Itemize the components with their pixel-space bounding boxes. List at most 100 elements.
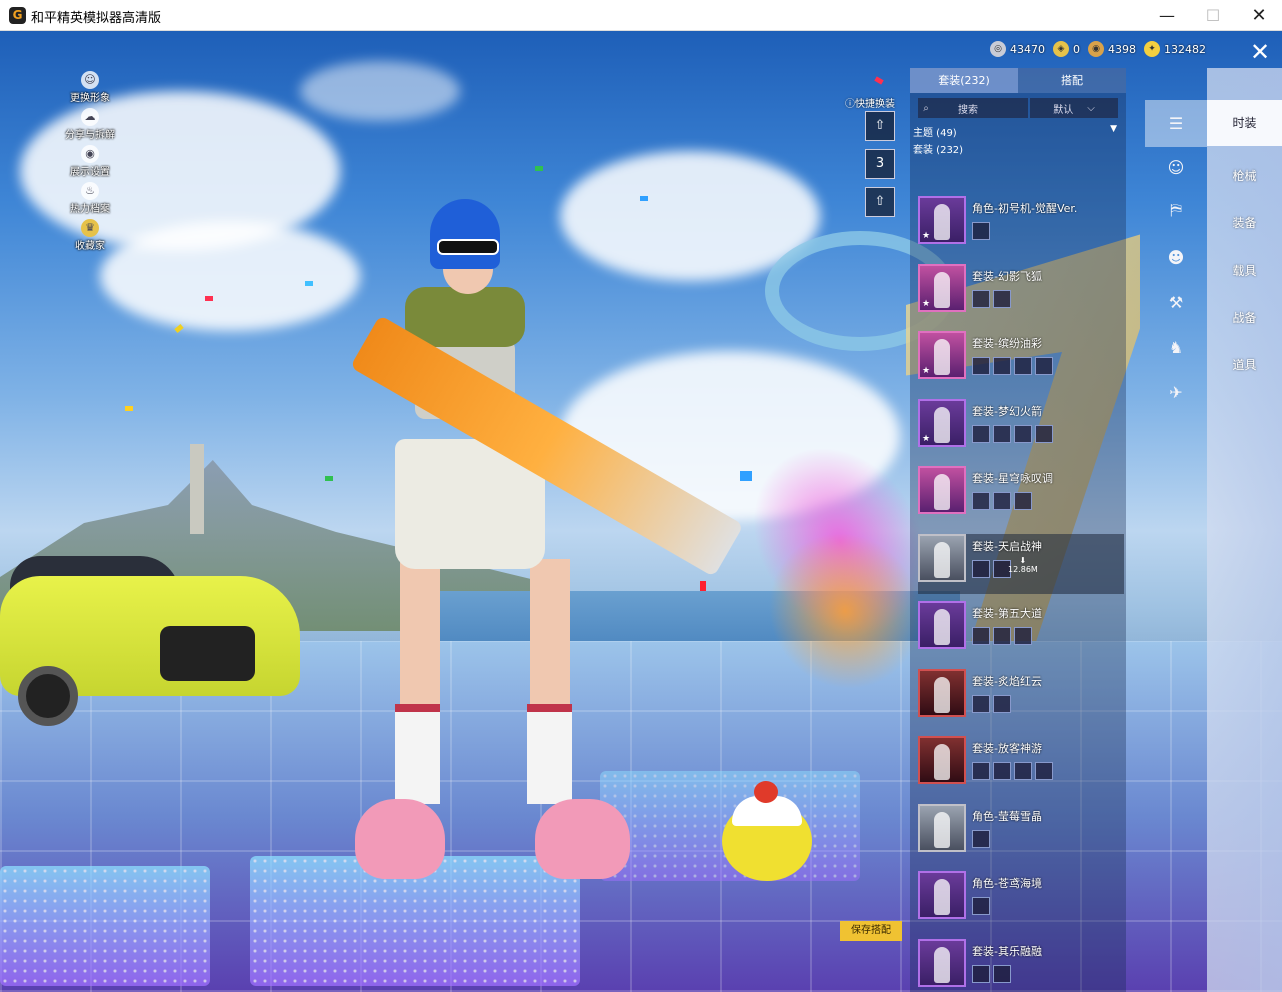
- outfit-name: 套装-天启战神: [972, 539, 1042, 553]
- outfit-part-icon: [1035, 762, 1053, 780]
- quick-change-label[interactable]: ⓘ快捷换装: [845, 95, 895, 110]
- car-wheel: [18, 666, 78, 726]
- outfit-part-icon: [972, 222, 990, 240]
- outfit-item[interactable]: 套装-其乐融融: [918, 938, 1124, 992]
- menu-label: 热力档案: [70, 204, 110, 215]
- panel-tabs: 套装(232) 搭配: [910, 68, 1126, 93]
- help-icon: ⓘ: [845, 99, 855, 110]
- currency-item[interactable]: ◉ 4398: [1088, 41, 1136, 57]
- outfit-part-icon: [993, 424, 1011, 443]
- outfit-name: 套装-炙焰红云: [972, 674, 1042, 688]
- fashion-icon[interactable]: ☰: [1145, 100, 1207, 147]
- outfit-name: 角色-初号机-觉醒Ver.: [972, 202, 1078, 215]
- category-equipment[interactable]: 装备: [1207, 200, 1282, 246]
- outfit-item[interactable]: ★ 套装-缤纷油彩: [918, 331, 1124, 391]
- outfit-part-icon: [1014, 492, 1032, 510]
- category-guns[interactable]: 枪械: [1207, 153, 1282, 199]
- cloud: [300, 61, 460, 121]
- player-character[interactable]: [355, 199, 645, 889]
- window-title: 和平精英模拟器高清版: [31, 11, 162, 26]
- outfit-item[interactable]: 角色-莹莓雪晶: [918, 803, 1124, 864]
- currency-value: 4398: [1108, 42, 1136, 56]
- close-icon[interactable]: ✕: [1245, 39, 1275, 65]
- outfit-item[interactable]: 套装-放客神游: [918, 736, 1124, 796]
- outfit-item[interactable]: 套装-星穹咏叹调: [918, 466, 1124, 526]
- currency-item[interactable]: ◈ 0: [1053, 41, 1080, 57]
- outfit-name: 角色-莹莓雪晶: [972, 809, 1042, 823]
- collector-button[interactable]: ♛ 收藏家: [60, 219, 120, 256]
- minimize-button[interactable]: —: [1144, 0, 1190, 31]
- weapon-icon[interactable]: ⚒: [1145, 283, 1207, 323]
- display-settings-button[interactable]: ◉ 展示设置: [60, 145, 120, 182]
- outfit-item[interactable]: 套装-第五大道: [918, 601, 1124, 661]
- outfit-thumbnail: ★: [918, 398, 966, 447]
- outfit-item[interactable]: 角色-苍鸢海境: [918, 871, 1124, 931]
- character-icon[interactable]: ☺: [1145, 148, 1207, 188]
- outfit-part-icon: [1014, 424, 1032, 443]
- outfit-item[interactable]: 套装-天启战神 ⬇ 12.86M: [918, 533, 1124, 594]
- share-button[interactable]: ☁ 分享与拆解: [60, 108, 120, 145]
- category-items[interactable]: 道具: [1207, 342, 1282, 388]
- category-icon-strip: ☰ ☺ ⛿ ☻ ⚒ ♞ ✈: [1145, 68, 1207, 428]
- outfit-figure: [934, 339, 950, 375]
- game-viewport[interactable]: ☺ 更换形象 ☁ 分享与拆解 ◉ 展示设置 ♨ 热力档案 ♛ 收藏家 ◎ 434…: [0, 31, 1282, 992]
- quick-change-slot-2[interactable]: 3: [865, 149, 895, 179]
- outfit-item[interactable]: ★ 角色-初号机-觉醒Ver.: [918, 196, 1124, 256]
- currency-bar: ◎ 43470 ◈ 0 ◉ 4398 ✦ 132482: [990, 39, 1214, 59]
- download-size: 12.86M: [1008, 564, 1038, 574]
- change-avatar-button[interactable]: ☺ 更换形象: [60, 71, 120, 108]
- save-combo-button[interactable]: 保存搭配: [840, 921, 902, 941]
- maximize-button[interactable]: ☐: [1190, 0, 1236, 31]
- tab-combos[interactable]: 搭配: [1018, 68, 1126, 93]
- confetti: [535, 166, 543, 171]
- favorite-star-icon: ★: [922, 231, 931, 241]
- outfit-parts: [972, 222, 993, 240]
- chick-pet: [722, 781, 812, 881]
- flame-icon: ♨: [81, 182, 99, 200]
- gold-coin-icon: ✦: [1144, 41, 1160, 57]
- quick-change-slot-1[interactable]: ⇧: [865, 111, 895, 141]
- outfit-item[interactable]: ★ 套装-梦幻火箭: [918, 398, 1124, 459]
- outfit-item[interactable]: 套装-炙焰红云: [918, 668, 1124, 729]
- outfit-parts: [972, 964, 1014, 983]
- figure-icon[interactable]: ♞: [1145, 328, 1207, 368]
- glider-icon[interactable]: ✈: [1145, 373, 1207, 413]
- close-window-button[interactable]: ✕: [1236, 0, 1282, 31]
- tab-outfits[interactable]: 套装(232): [910, 68, 1018, 93]
- outfit-parts: [972, 289, 1014, 308]
- category-supplies[interactable]: 战备: [1207, 295, 1282, 341]
- outfit-part-icon: [972, 627, 990, 645]
- car-grille: [160, 626, 255, 681]
- mask-icon[interactable]: ☻: [1145, 238, 1207, 278]
- category-fashion[interactable]: 时装: [1207, 100, 1282, 146]
- favorite-star-icon: ★: [922, 298, 931, 309]
- character-shoe: [535, 799, 630, 879]
- outfit-thumbnail: [918, 466, 966, 514]
- eye-icon: ◉: [81, 145, 99, 163]
- outfit-part-icon: [993, 492, 1011, 510]
- outfit-thumbnail: ★: [918, 263, 966, 312]
- theme-filter[interactable]: 主题 (49) ▼: [913, 124, 1123, 139]
- outfit-parts: [972, 424, 1056, 443]
- category-vehicles[interactable]: 载具: [1207, 248, 1282, 294]
- outfit-parts: [972, 627, 1035, 645]
- outfit-part-icon: [1014, 357, 1032, 375]
- character-visor: [437, 239, 499, 255]
- download-badge[interactable]: ⬇ 12.86M: [1008, 556, 1038, 574]
- sort-dropdown[interactable]: 默认 ⌵: [1030, 98, 1118, 118]
- outfit-part-icon: [972, 559, 990, 578]
- currency-item[interactable]: ✦ 132482: [1144, 41, 1206, 57]
- quick-change-slot-3[interactable]: ⇧: [865, 187, 895, 217]
- outfit-name: 套装-放客神游: [972, 742, 1042, 755]
- outfit-part-icon: [972, 694, 990, 713]
- outfit-part-icon: [972, 964, 990, 983]
- outfit-item[interactable]: ★ 套装-幻影飞狐: [918, 263, 1124, 324]
- currency-item[interactable]: ◎ 43470: [990, 41, 1045, 57]
- skate-icon[interactable]: ⛿: [1145, 190, 1207, 230]
- search-input[interactable]: ⌕ 搜索: [918, 98, 1028, 118]
- menu-label: 展示设置: [70, 167, 110, 178]
- heat-profile-button[interactable]: ♨ 热力档案: [60, 182, 120, 219]
- outfit-part-icon: [972, 289, 990, 308]
- outfit-thumbnail: [918, 938, 966, 987]
- outfit-figure: [934, 204, 950, 240]
